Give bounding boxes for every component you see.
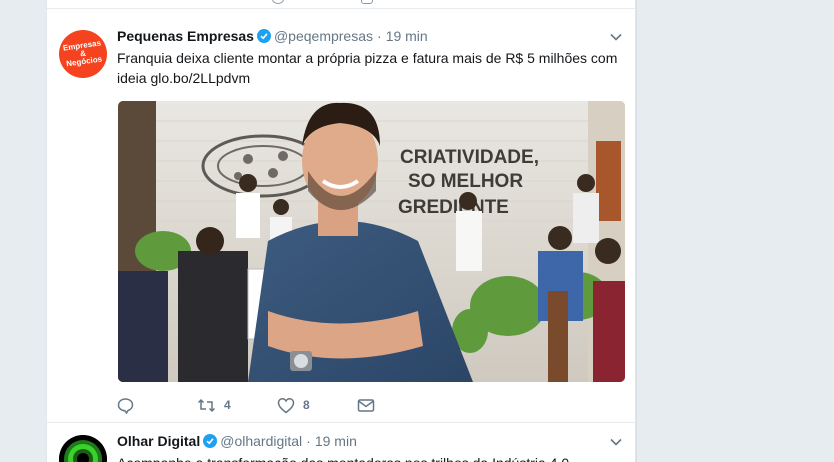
chevron-down-icon[interactable] [609,30,623,44]
like-button[interactable]: 8 [277,395,310,415]
tweet-text: Acompanhe a transformação das montadoras… [117,453,625,462]
tweet-header: Olhar Digital @olhardigital · 19 min [117,432,357,450]
tweet-actions: 4 8 [117,395,517,415]
chevron-down-icon[interactable] [609,435,623,449]
tweet-text: Franquia deixa cliente montar a própria … [117,48,625,88]
reply-button[interactable] [117,395,134,415]
separator: · [306,433,311,449]
retweet-count: 4 [224,398,231,412]
direct-message-icon [357,398,375,412]
wall-text: CRIATIVIDADE, [400,147,539,168]
tweet-link[interactable]: glo.bo/2LLpdvm [150,70,250,86]
timeline: Empresas & Negócios Pequenas Empresas @pe… [46,0,636,462]
timestamp[interactable]: 19 min [386,28,428,44]
timestamp[interactable]: 19 min [315,433,357,449]
wall-text: GREDIENTE [398,197,509,218]
tweet-image[interactable]: CRIATIVIDADE, SO MELHOR GREDIENTE [118,101,625,382]
right-sidebar-background [636,0,834,462]
retweet-button[interactable]: 4 [197,395,231,415]
avatar[interactable]: Empresas & Negócios [59,30,107,78]
display-name[interactable]: Pequenas Empresas [117,28,254,44]
reply-icon [117,397,134,414]
like-count: 8 [303,398,310,412]
like-icon [277,397,295,413]
retweet-icon [197,398,216,412]
direct-message-icon[interactable] [361,0,373,4]
display-name[interactable]: Olhar Digital [117,433,200,449]
tweet[interactable]: Olhar Digital @olhardigital·19 min Acompa… [47,423,635,462]
direct-message-button[interactable] [357,395,375,415]
user-handle[interactable]: @olhardigital [220,433,302,449]
separator: · [377,28,382,44]
avatar-logo: Empresas & Negócios [62,38,103,68]
tweet-header: Pequenas Empresas @peqempresas · 19 min [117,27,428,45]
previous-tweet-actions [47,0,635,9]
avatar[interactable] [59,435,107,462]
wall-text: SO MELHOR [408,171,523,192]
verified-badge-icon [256,29,271,43]
verified-badge-icon [203,434,218,448]
like-icon[interactable] [272,0,284,4]
user-handle[interactable]: @peqempresas [274,28,373,44]
